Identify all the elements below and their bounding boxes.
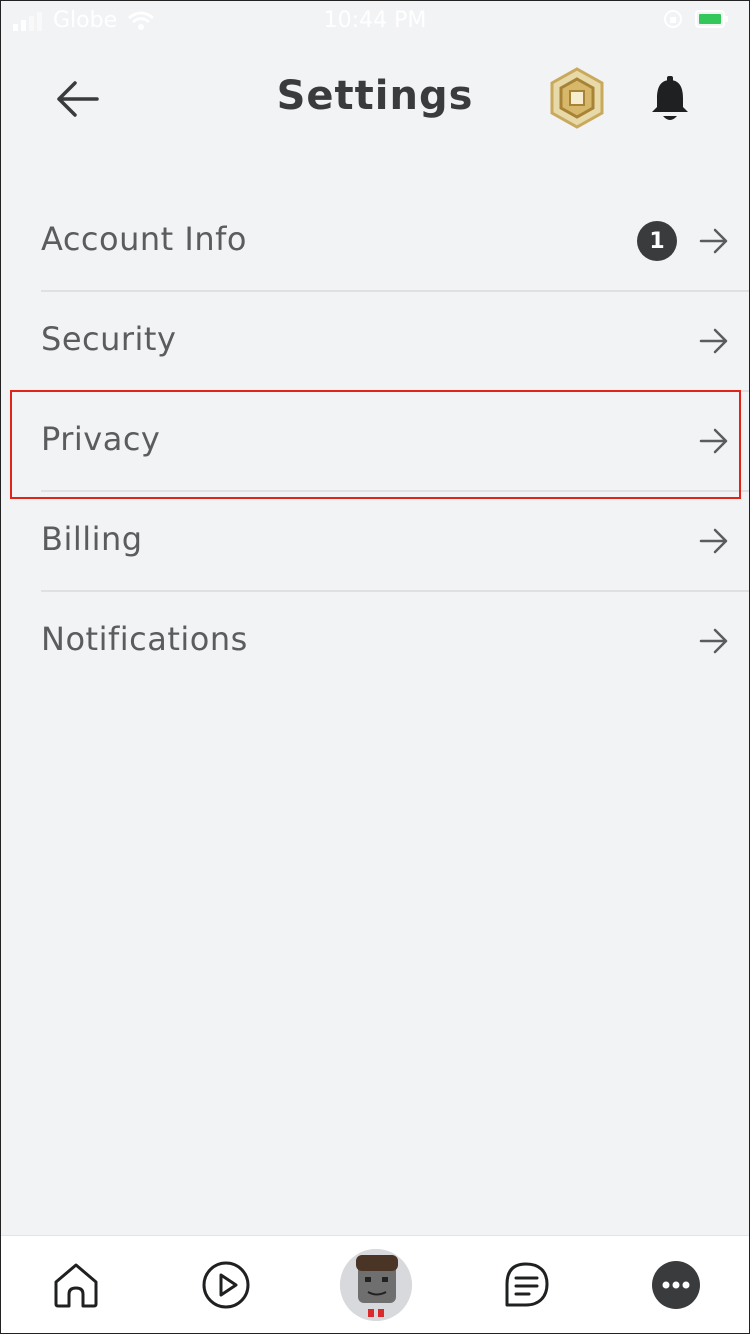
chat-icon xyxy=(505,1262,549,1307)
bell-icon xyxy=(652,76,688,120)
tab-discover[interactable] xyxy=(189,1248,263,1322)
home-icon xyxy=(54,1263,98,1308)
tab-home[interactable] xyxy=(39,1248,113,1322)
tab-chat[interactable] xyxy=(489,1248,563,1322)
avatar xyxy=(340,1249,412,1321)
menu-item-account-info[interactable]: Account Info 1 xyxy=(41,192,749,292)
settings-menu: Account Info 1 Security Privacy Billing … xyxy=(1,192,749,692)
play-icon xyxy=(202,1261,250,1309)
menu-item-label: Billing xyxy=(41,520,143,558)
bottom-tab-bar xyxy=(1,1235,749,1333)
arrow-right-icon xyxy=(699,428,728,454)
tab-more[interactable] xyxy=(639,1248,713,1322)
menu-item-billing[interactable]: Billing xyxy=(41,492,749,592)
header: Settings xyxy=(1,41,749,156)
menu-item-notifications[interactable]: Notifications xyxy=(41,592,749,692)
robux-button[interactable] xyxy=(546,67,608,129)
page-title: Settings xyxy=(276,73,474,119)
notification-badge: 1 xyxy=(637,221,677,261)
status-bar: Globe 10:44 PM xyxy=(1,1,749,41)
robux-icon xyxy=(550,67,604,129)
menu-item-label: Security xyxy=(41,320,177,358)
menu-item-privacy[interactable]: Privacy xyxy=(41,392,749,492)
status-time: 10:44 PM xyxy=(323,8,427,33)
notifications-button[interactable] xyxy=(641,69,699,129)
menu-item-security[interactable]: Security xyxy=(41,292,749,392)
orientation-lock-icon xyxy=(664,10,682,28)
more-icon xyxy=(652,1261,700,1309)
arrow-right-icon xyxy=(699,328,728,354)
tab-avatar[interactable] xyxy=(339,1248,413,1322)
arrow-right-icon xyxy=(699,228,728,254)
arrow-right-icon xyxy=(699,528,728,554)
menu-item-label: Privacy xyxy=(41,420,161,458)
battery-icon xyxy=(695,10,728,28)
status-right xyxy=(663,9,729,29)
avatar-image xyxy=(340,1249,412,1321)
arrow-right-icon xyxy=(699,628,728,654)
menu-item-label: Notifications xyxy=(41,620,248,658)
menu-item-label: Account Info xyxy=(41,220,247,258)
